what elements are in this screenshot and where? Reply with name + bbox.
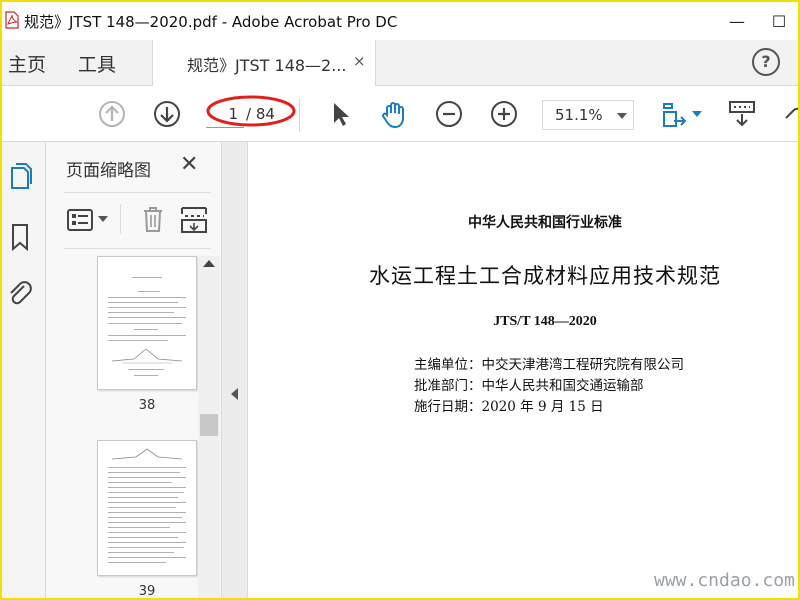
thumbnail-scrollbar[interactable] (198, 256, 220, 598)
collapse-panel-handle[interactable] (222, 142, 248, 598)
tab-home[interactable]: 主页 (8, 50, 46, 77)
thumbnail-page-number: 39 (138, 584, 156, 598)
page-thumbnails-icon[interactable] (6, 162, 34, 192)
thumbnail-page-number: 38 (138, 398, 156, 413)
close-panel-button[interactable]: ✕ (180, 152, 198, 177)
panel-divider (64, 248, 211, 249)
close-tab-button[interactable]: × (353, 52, 366, 70)
watermark: www.cndao.com (654, 570, 795, 591)
document-header: 中华人民共和国行业标准 (468, 215, 622, 231)
document-tab-label: 规范》JTST 148—2... (187, 56, 347, 75)
document-effective-date-line: 施行日期：2020 年 9 月 15 日 (414, 399, 604, 415)
document-code: JTS/T 148—2020 (493, 314, 597, 329)
link-icon[interactable] (780, 98, 798, 130)
select-tool-icon[interactable] (324, 98, 356, 130)
window-title: 规范》JTST 148—2020.pdf - Adobe Acrobat Pro… (24, 13, 398, 31)
tab-document[interactable]: 规范》JTST 148—2... × (152, 40, 376, 86)
minimize-button[interactable]: — (720, 6, 754, 36)
panel-title: 页面缩略图 (66, 161, 151, 181)
toolbar: 1 / 84 51.1% (2, 86, 798, 142)
toolbar-divider (299, 98, 300, 132)
insert-page-icon[interactable] (180, 204, 208, 234)
previous-page-icon[interactable] (96, 98, 128, 130)
zoom-level-select[interactable]: 51.1% (542, 100, 634, 130)
document-title: 水运工程土工合成材料应用技术规范 (369, 264, 721, 288)
document-page: 中华人民共和国行业标准 水运工程土工合成材料应用技术规范 JTS/T 148—2… (248, 142, 798, 598)
document-approver-line: 批准部门：中华人民共和国交通运输部 (414, 378, 644, 394)
scroll-up-arrow-icon[interactable] (203, 260, 215, 267)
zoom-out-icon[interactable] (433, 98, 465, 130)
page-thumbnail-39[interactable] (97, 440, 197, 576)
help-button[interactable]: ? (752, 48, 780, 76)
title-bar: 规范》JTST 148—2020.pdf - Adobe Acrobat Pro… (2, 2, 798, 40)
thumbnail-diagram (112, 348, 182, 364)
page-thumbnail-38[interactable] (97, 256, 197, 390)
chevron-down-icon (617, 113, 627, 119)
red-annotation-ellipse (206, 95, 296, 127)
next-page-icon[interactable] (151, 98, 183, 130)
zoom-level-value: 51.1% (555, 106, 603, 124)
fit-options-chevron-icon[interactable] (692, 111, 702, 117)
zoom-in-icon[interactable] (488, 98, 520, 130)
hand-tool-icon[interactable] (378, 98, 410, 130)
fit-page-icon[interactable] (658, 98, 690, 130)
options-menu-icon[interactable] (66, 208, 94, 232)
panel-toolbar (46, 198, 222, 242)
tab-bar: 主页 工具 规范》JTST 148—2... × ? (2, 40, 798, 86)
scroll-thumb[interactable] (200, 414, 218, 436)
thumbnail-panel: 页面缩略图 ✕ 38 39 (46, 142, 222, 598)
maximize-button[interactable]: ☐ (762, 6, 796, 36)
bookmark-icon[interactable] (6, 222, 34, 252)
tab-tools[interactable]: 工具 (78, 50, 116, 77)
document-editor-line: 主编单位：中交天津港湾工程研究院有限公司 (414, 357, 684, 373)
panel-divider (64, 192, 211, 193)
navigation-rail (2, 142, 46, 598)
chevron-down-icon[interactable] (98, 216, 108, 224)
acrobat-window: 规范》JTST 148—2020.pdf - Adobe Acrobat Pro… (2, 2, 798, 598)
thumbnail-diagram (112, 448, 182, 460)
panel-toolbar-divider (120, 204, 121, 234)
scrolling-mode-icon[interactable] (726, 98, 758, 130)
delete-page-icon[interactable] (140, 204, 166, 234)
chevron-left-icon (231, 388, 238, 400)
acrobat-app-icon (5, 11, 19, 29)
attachment-icon[interactable] (6, 278, 34, 308)
